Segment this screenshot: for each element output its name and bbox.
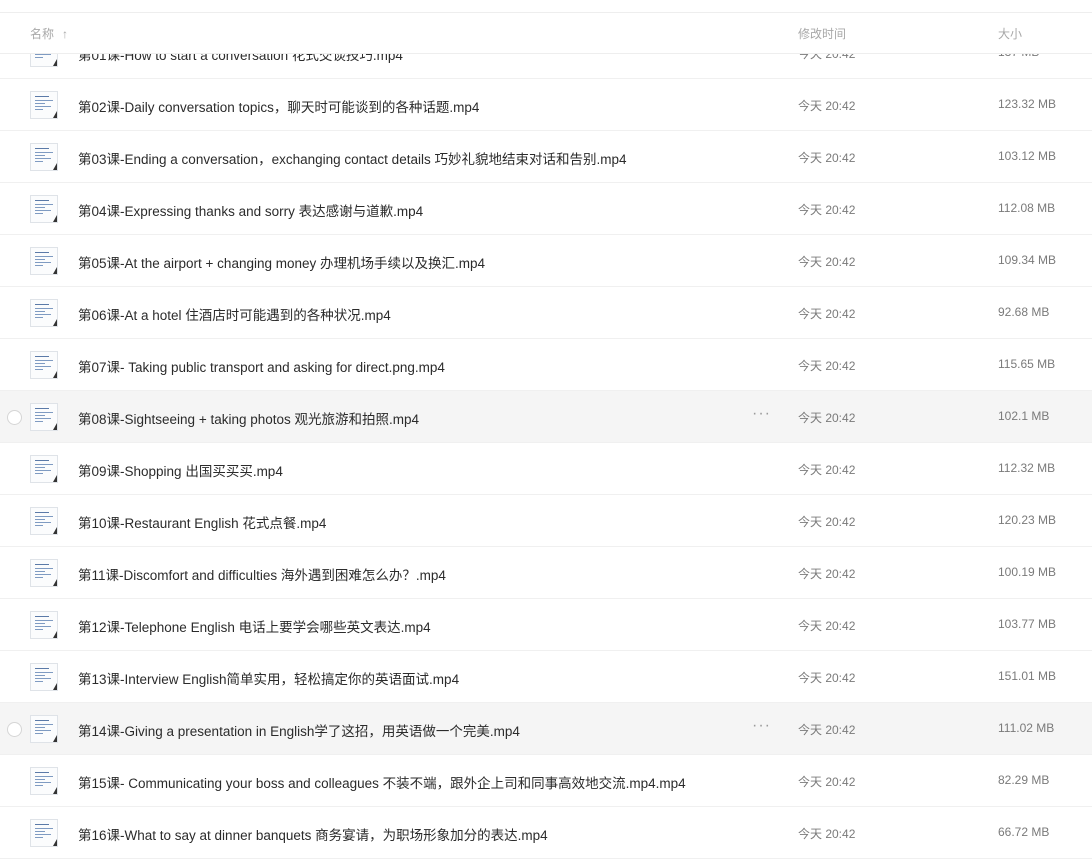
- file-size: 151.01 MB: [998, 669, 1057, 683]
- column-name-label: 名称: [30, 27, 55, 41]
- file-size: 112.32 MB: [998, 461, 1056, 475]
- file-size: 123.32 MB: [998, 97, 1057, 111]
- file-modified-time: 今天 20:42: [798, 567, 856, 581]
- file-row[interactable]: 第08课-Sightseeing + taking photos 观光旅游和拍照…: [0, 391, 1092, 443]
- video-thumbnail-icon: [30, 351, 58, 379]
- file-modified-time: 今天 20:42: [798, 359, 856, 373]
- file-row[interactable]: 第06课-At a hotel 住酒店时可能遇到的各种状况.mp4···今天 2…: [0, 287, 1092, 339]
- file-size: 109.34 MB: [998, 253, 1057, 267]
- video-thumbnail-icon: [30, 455, 58, 483]
- file-modified-time: 今天 20:42: [798, 827, 856, 841]
- video-thumbnail-icon: [30, 507, 58, 535]
- column-header-modified-time[interactable]: 修改时间: [798, 25, 846, 42]
- file-name[interactable]: 第05课-At the airport + changing money 办理机…: [78, 252, 485, 272]
- file-row[interactable]: 第16课-What to say at dinner banquets 商务宴请…: [0, 807, 1092, 859]
- file-size: 100.19 MB: [998, 565, 1057, 579]
- file-modified-time: 今天 20:42: [798, 723, 856, 737]
- file-modified-time: 今天 20:42: [798, 203, 856, 217]
- file-size: 102.1 MB: [998, 409, 1050, 423]
- video-thumbnail-icon: [30, 663, 58, 691]
- video-thumbnail-icon: [30, 819, 58, 847]
- file-modified-time: 今天 20:42: [798, 255, 856, 269]
- file-name[interactable]: 第11课-Discomfort and difficulties 海外遇到困难怎…: [78, 564, 446, 584]
- file-name[interactable]: 第04课-Expressing thanks and sorry 表达感谢与道歉…: [78, 200, 423, 220]
- file-modified-time: 今天 20:42: [798, 775, 856, 789]
- file-size: 82.29 MB: [998, 773, 1050, 787]
- file-modified-time: 今天 20:42: [798, 671, 856, 685]
- file-row[interactable]: 第11课-Discomfort and difficulties 海外遇到困难怎…: [0, 547, 1092, 599]
- file-row[interactable]: 第09课-Shopping 出国买买买.mp4···今天 20:42112.32…: [0, 443, 1092, 495]
- video-thumbnail-icon: [30, 403, 58, 431]
- video-thumbnail-icon: [30, 715, 58, 743]
- file-name[interactable]: 第07课- Taking public transport and asking…: [78, 356, 445, 376]
- file-row[interactable]: 第03课-Ending a conversation，exchanging co…: [0, 131, 1092, 183]
- file-name[interactable]: 第16课-What to say at dinner banquets 商务宴请…: [78, 824, 548, 844]
- file-modified-time: 今天 20:42: [798, 515, 856, 529]
- file-size: 115.65 MB: [998, 357, 1056, 371]
- file-name[interactable]: 第14课-Giving a presentation in English学了这…: [78, 720, 520, 740]
- file-row[interactable]: 第15课- Communicating your boss and collea…: [0, 755, 1092, 807]
- file-row[interactable]: 第12课-Telephone English 电话上要学会哪些英文表达.mp4·…: [0, 599, 1092, 651]
- file-name[interactable]: 第13课-Interview English简单实用，轻松搞定你的英语面试.mp…: [78, 668, 459, 688]
- row-select-checkbox[interactable]: [7, 410, 22, 425]
- file-size: 66.72 MB: [998, 825, 1050, 839]
- file-row[interactable]: 第04课-Expressing thanks and sorry 表达感谢与道歉…: [0, 183, 1092, 235]
- file-modified-time: 今天 20:42: [798, 99, 856, 113]
- file-list-header: 名称 ↑ 修改时间 大小: [0, 12, 1092, 54]
- video-thumbnail-icon: [30, 143, 58, 171]
- file-row[interactable]: 第05课-At the airport + changing money 办理机…: [0, 235, 1092, 287]
- file-row[interactable]: 第14课-Giving a presentation in English学了这…: [0, 703, 1092, 755]
- file-name[interactable]: 第12课-Telephone English 电话上要学会哪些英文表达.mp4: [78, 616, 431, 636]
- column-header-name[interactable]: 名称 ↑: [30, 25, 68, 42]
- video-thumbnail-icon: [30, 559, 58, 587]
- file-size: 120.23 MB: [998, 513, 1057, 527]
- file-name[interactable]: 第10课-Restaurant English 花式点餐.mp4: [78, 512, 326, 532]
- file-modified-time: 今天 20:42: [798, 151, 856, 165]
- file-name[interactable]: 第03课-Ending a conversation，exchanging co…: [78, 148, 626, 168]
- file-modified-time: 今天 20:42: [798, 619, 856, 633]
- file-name[interactable]: 第06课-At a hotel 住酒店时可能遇到的各种状况.mp4: [78, 304, 391, 324]
- file-modified-time: 今天 20:42: [798, 463, 856, 477]
- more-actions-icon[interactable]: ···: [752, 717, 771, 735]
- file-modified-time: 今天 20:42: [798, 307, 856, 321]
- video-thumbnail-icon: [30, 91, 58, 119]
- video-thumbnail-icon: [30, 247, 58, 275]
- file-name[interactable]: 第09课-Shopping 出国买买买.mp4: [78, 460, 283, 480]
- row-select-checkbox[interactable]: [7, 722, 22, 737]
- file-name[interactable]: 第08课-Sightseeing + taking photos 观光旅游和拍照…: [78, 408, 419, 428]
- file-row[interactable]: 第07课- Taking public transport and asking…: [0, 339, 1092, 391]
- file-size: 103.77 MB: [998, 617, 1057, 631]
- file-size: 92.68 MB: [998, 305, 1050, 319]
- file-name[interactable]: 第15课- Communicating your boss and collea…: [78, 772, 686, 792]
- file-row[interactable]: 第10课-Restaurant English 花式点餐.mp4···今天 20…: [0, 495, 1092, 547]
- file-size: 103.12 MB: [998, 149, 1057, 163]
- video-thumbnail-icon: [30, 299, 58, 327]
- column-header-size[interactable]: 大小: [998, 25, 1022, 42]
- video-thumbnail-icon: [30, 767, 58, 795]
- video-thumbnail-icon: [30, 611, 58, 639]
- file-size: 112.08 MB: [998, 201, 1056, 215]
- file-list: 第01课-How to start a conversation 花式交谈技巧.…: [0, 27, 1092, 859]
- more-actions-icon[interactable]: ···: [752, 405, 771, 423]
- file-modified-time: 今天 20:42: [798, 411, 856, 425]
- video-thumbnail-icon: [30, 195, 58, 223]
- file-row[interactable]: 第02课-Daily conversation topics，聊天时可能谈到的各…: [0, 79, 1092, 131]
- sort-ascending-icon: ↑: [62, 27, 69, 41]
- file-row[interactable]: 第13课-Interview English简单实用，轻松搞定你的英语面试.mp…: [0, 651, 1092, 703]
- file-size: 111.02 MB: [998, 721, 1055, 735]
- file-name[interactable]: 第02课-Daily conversation topics，聊天时可能谈到的各…: [78, 96, 479, 116]
